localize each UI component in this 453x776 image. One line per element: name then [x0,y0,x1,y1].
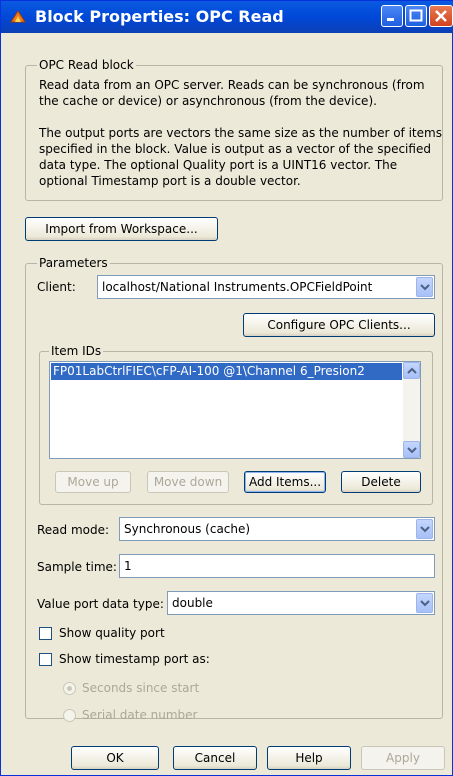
parameters-legend: Parameters [37,256,110,270]
show-timestamp-port-label: Show timestamp port as: [59,652,210,666]
maximize-icon [409,9,423,22]
block-description: Read data from an OPC server. Reads can … [39,77,442,189]
serial-date-number-radio[interactable] [63,709,76,722]
move-up-button[interactable]: Move up [55,471,131,493]
chevron-down-icon [407,447,417,454]
radio-selected-dot [67,686,72,691]
sample-time-label: Sample time: [37,560,117,574]
maximize-button[interactable] [405,5,427,27]
close-button[interactable] [429,5,453,27]
description-line: specified in the block. Value is output … [39,142,431,156]
show-timestamp-port-checkbox[interactable] [39,653,52,666]
title-bar[interactable]: Block Properties: OPC Read [1,1,453,33]
window-title: Block Properties: OPC Read [35,7,284,26]
configure-opc-clients-button[interactable]: Configure OPC Clients... [243,313,435,337]
move-down-button[interactable]: Move down [147,471,229,493]
value-port-type-select[interactable]: double [167,591,435,615]
read-mode-select[interactable]: Synchronous (cache) [119,517,435,541]
item-ids-legend: Item IDs [49,344,104,358]
description-line [39,109,442,125]
list-item[interactable]: FP01LabCtrlFIEC\cFP-AI-100 @1\Channel 6_… [51,363,402,380]
read-mode-label: Read mode: [37,523,110,537]
description-line: optional Timestamp port is a double vect… [39,174,301,188]
serial-date-number-label: Serial date number [82,708,198,722]
apply-button[interactable]: Apply [361,746,445,770]
minimize-button[interactable] [381,5,403,27]
block-group-legend: OPC Read block [37,58,136,72]
client-label: Client: [37,280,76,294]
seconds-since-start-radio[interactable] [63,682,76,695]
chevron-up-icon [407,367,417,374]
value-port-type-value: double [172,596,213,610]
read-mode-dropdown-button[interactable] [416,519,433,539]
close-icon [435,10,447,22]
chevron-down-icon [420,526,430,533]
sample-time-input[interactable]: 1 [119,554,435,578]
chevron-down-icon [420,600,430,607]
item-ids-scrollbar[interactable] [403,362,420,458]
scroll-down-button[interactable] [403,441,420,458]
simulink-block-icon [10,10,26,23]
value-port-type-dropdown-button[interactable] [416,593,433,613]
description-line: the cache or device) or asynchronous (fr… [39,94,377,108]
item-ids-list[interactable]: FP01LabCtrlFIEC\cFP-AI-100 @1\Channel 6_… [49,361,421,459]
show-quality-port-checkbox[interactable] [39,627,52,640]
description-line: data type. The optional Quality port is … [39,158,398,172]
cancel-button[interactable]: Cancel [173,746,257,770]
sample-time-value: 1 [124,559,132,573]
delete-button[interactable]: Delete [341,471,421,493]
description-line: Read data from an OPC server. Reads can … [39,78,425,92]
import-from-workspace-button[interactable]: Import from Workspace... [25,217,218,241]
chevron-down-icon [420,284,430,291]
client-select[interactable]: localhost/National Instruments.OPCFieldP… [97,275,435,299]
help-button[interactable]: Help [267,746,351,770]
show-quality-port-label: Show quality port [59,626,165,640]
seconds-since-start-label: Seconds since start [82,681,200,695]
read-mode-value: Synchronous (cache) [124,522,251,536]
client-dropdown-button[interactable] [416,277,433,297]
description-line: The output ports are vectors the same si… [39,126,442,140]
client-select-value: localhost/National Instruments.OPCFieldP… [102,280,373,294]
scroll-up-button[interactable] [403,362,420,379]
minimize-icon [387,18,394,21]
value-port-type-label: Value port data type: [37,597,164,611]
add-items-button[interactable]: Add Items... [244,471,326,493]
dialog-window: Block Properties: OPC Read OPC Read bloc… [0,0,453,776]
ok-button[interactable]: OK [71,746,159,770]
